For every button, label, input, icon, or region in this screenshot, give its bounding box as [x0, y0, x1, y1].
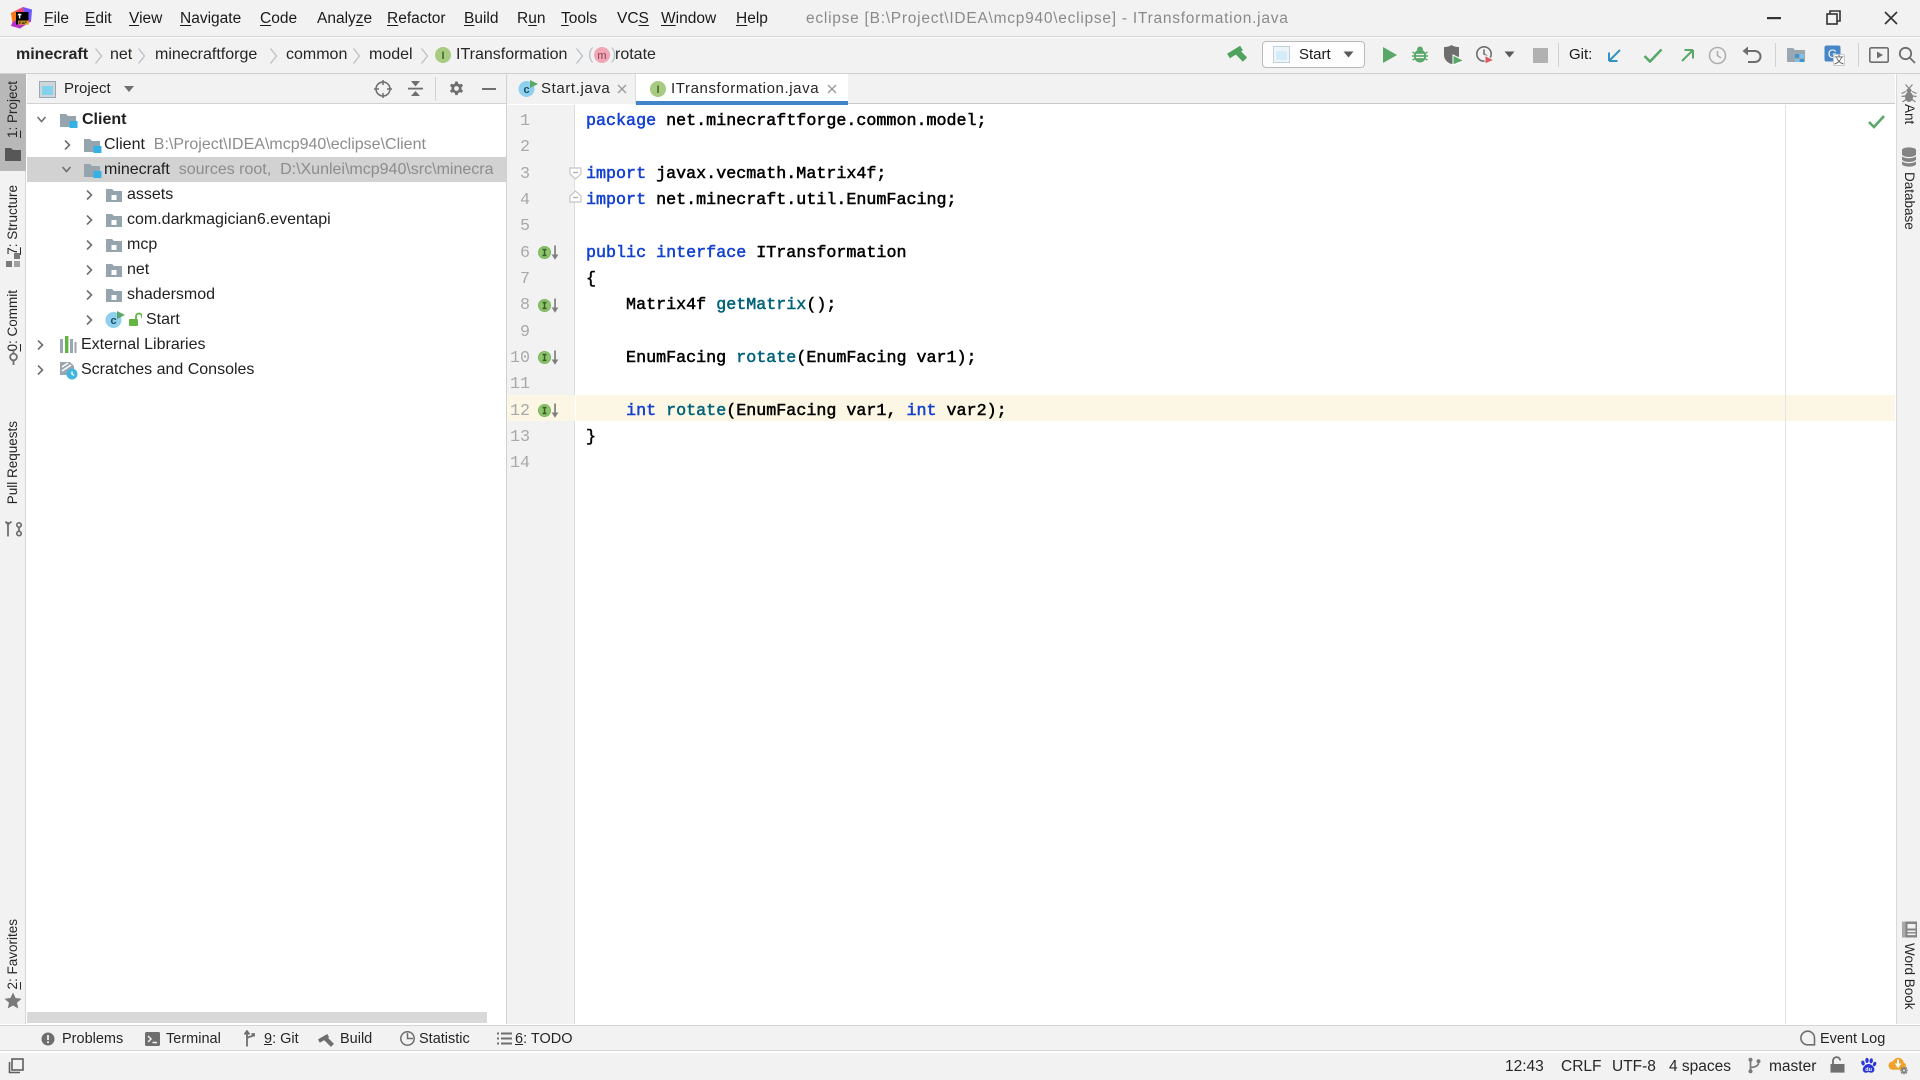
svg-text:du: du [1865, 1067, 1872, 1073]
svg-text:c: c [110, 315, 116, 327]
svg-text:EAP: EAP [19, 20, 27, 25]
svg-text:I: I [441, 50, 444, 62]
svg-text:文: 文 [1834, 54, 1844, 67]
svg-text:c: c [523, 84, 529, 96]
svg-text:m: m [597, 50, 606, 62]
svg-text:I: I [656, 84, 659, 96]
